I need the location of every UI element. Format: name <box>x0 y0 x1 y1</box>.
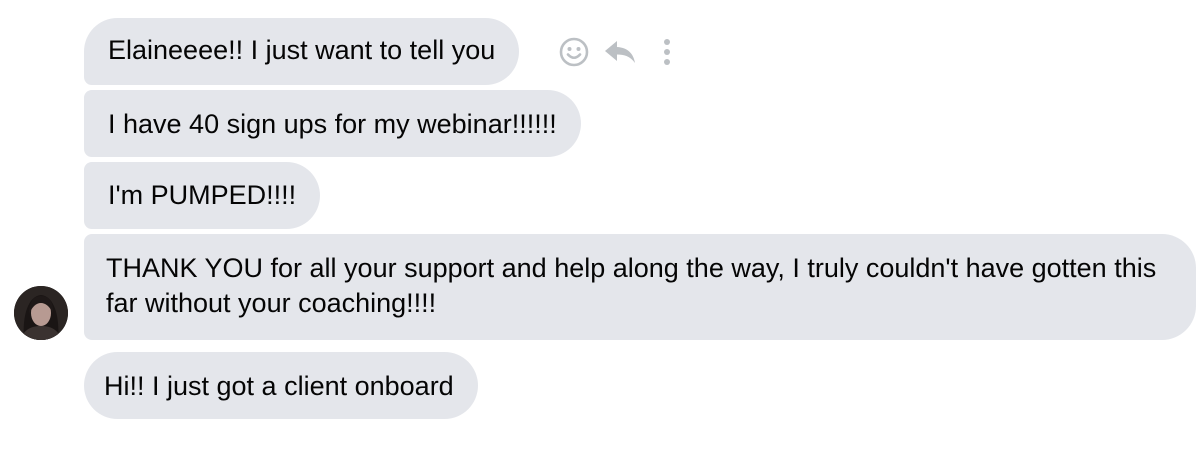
message-bubble-1[interactable]: Elaineeee!! I just want to tell you <box>84 18 520 85</box>
message-bubble-2[interactable]: I have 40 sign ups for my webinar!!!!!! <box>84 90 581 157</box>
vertical-ellipsis-icon <box>664 39 670 65</box>
sender-avatar[interactable] <box>14 286 68 340</box>
message-bubble-4[interactable]: THANK YOU for all your support and help … <box>84 234 1196 340</box>
message-actions <box>556 34 682 70</box>
react-button[interactable] <box>556 34 592 70</box>
message-bubble-5[interactable]: Hi!! I just got a client onboard <box>84 352 478 419</box>
message-text: THANK YOU for all your support and help … <box>106 253 1157 318</box>
profile-photo-image <box>14 286 68 340</box>
message-text: I'm PUMPED!!!! <box>108 180 297 210</box>
smiley-face-icon <box>559 37 589 67</box>
more-options-button[interactable] <box>652 34 682 70</box>
message-bubble-3[interactable]: I'm PUMPED!!!! <box>84 162 321 229</box>
message-text: Elaineeee!! I just want to tell you <box>108 35 496 65</box>
message-text: Hi!! I just got a client onboard <box>104 371 454 401</box>
reply-button[interactable] <box>600 34 640 70</box>
reply-arrow-icon <box>605 41 635 63</box>
message-text: I have 40 sign ups for my webinar!!!!!! <box>108 109 557 139</box>
